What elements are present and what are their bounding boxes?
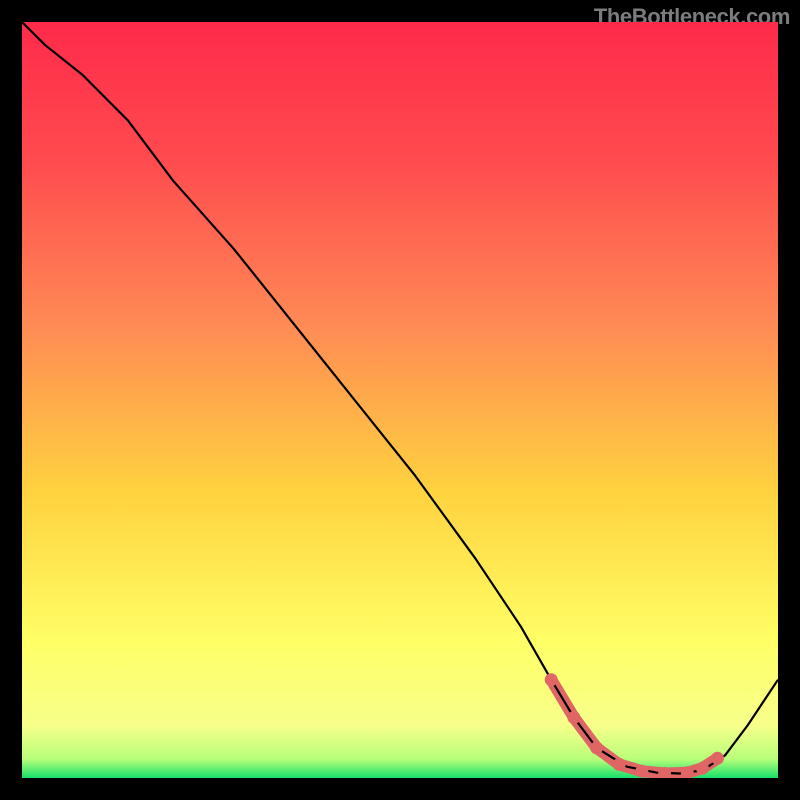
trough-marker-dot (711, 752, 724, 765)
curve-overlay (22, 22, 778, 778)
trough-marker-dot (635, 765, 648, 778)
trough-markers (545, 673, 724, 778)
trough-stroke (551, 680, 717, 774)
trough-marker-dot (567, 711, 580, 724)
trough-marker-dot (613, 758, 626, 771)
trough-marker-dot (590, 741, 603, 754)
trough-marker-dot (696, 762, 709, 775)
plot-area (22, 22, 778, 778)
chart-container: TheBottleneck.com (0, 0, 800, 800)
trough-marker-dot (545, 673, 558, 686)
bottleneck-curve-line (22, 22, 778, 774)
